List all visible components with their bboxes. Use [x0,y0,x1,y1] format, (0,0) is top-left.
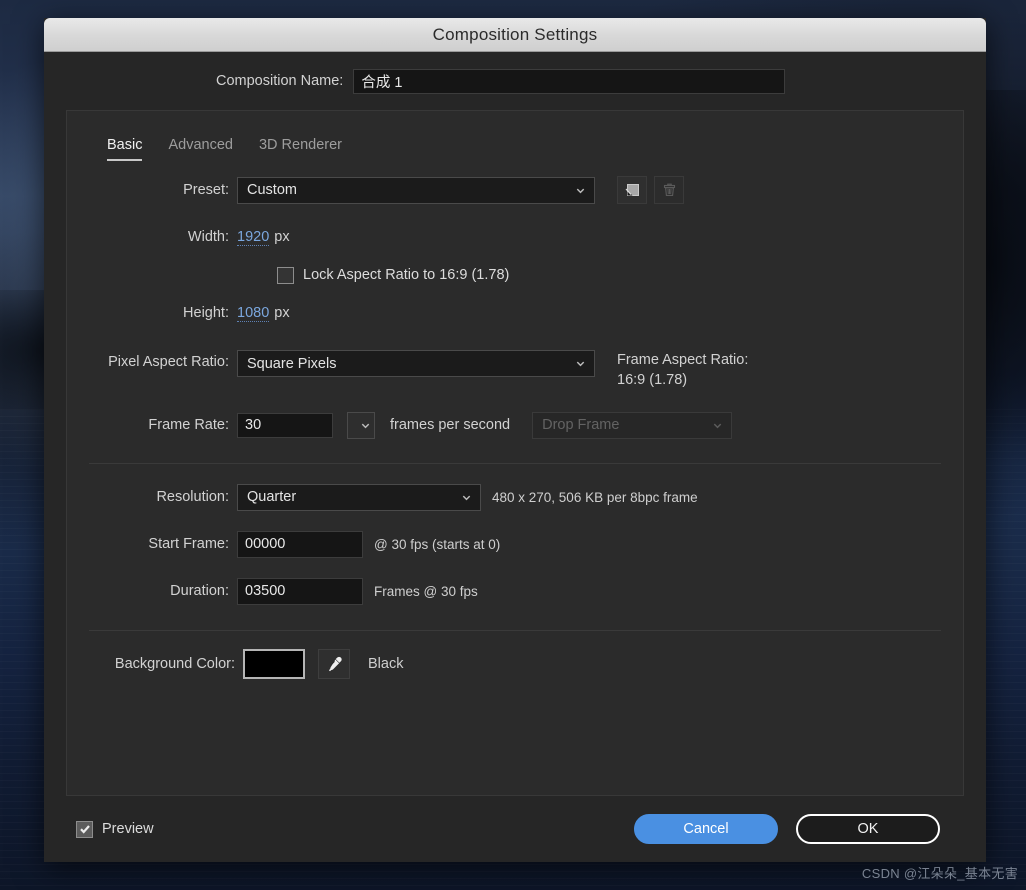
dialog-title: Composition Settings [432,24,598,44]
tab-3d-renderer[interactable]: 3D Renderer [259,137,342,161]
frame-rate-unit: frames per second [390,417,511,433]
composition-settings-dialog: Composition Settings Composition Name: B… [44,18,986,862]
background-color-row: Background Color: Black [85,649,945,679]
frame-aspect-ratio-value: 16:9 (1.78) [617,372,688,388]
start-frame-row: Start Frame: @ 30 fps (starts at 0) [85,529,945,559]
duration-row: Duration: Frames @ 30 fps [85,576,945,606]
resolution-value: Quarter [247,489,297,505]
tab-advanced[interactable]: Advanced [168,137,233,161]
cancel-button[interactable]: Cancel [634,814,778,844]
drop-frame-select: Drop Frame [532,411,733,439]
duration-info: Frames @ 30 fps [374,583,478,599]
start-frame-label: Start Frame: [148,536,229,552]
width-label: Width: [187,229,229,245]
pixel-aspect-ratio-row: Pixel Aspect Ratio: Square Pixels Frame … [85,350,945,390]
composition-name-label: Composition Name: [216,73,344,89]
lock-aspect-checkbox[interactable] [277,266,294,284]
drop-frame-value: Drop Frame [542,417,620,433]
composition-name-input[interactable] [353,68,786,94]
frame-rate-input[interactable] [237,412,333,438]
frame-rate-dropdown-button[interactable] [347,411,375,439]
chevron-down-icon [361,423,369,428]
trash-icon [663,183,675,196]
chevron-down-icon [576,361,585,367]
dialog-titlebar: Composition Settings [44,18,986,52]
eyedropper-icon [328,656,342,671]
ok-button[interactable]: OK [796,814,940,844]
height-unit: px [274,305,290,321]
duration-label: Duration: [170,583,229,599]
preset-label: Preset: [183,182,229,198]
width-value[interactable]: 1920 [237,229,270,246]
watermark-text: CSDN @江朵朵_基本无害 [861,866,1018,881]
lock-aspect-label: Lock Aspect Ratio to 16:9 (1.78) [303,267,510,283]
resolution-select[interactable]: Quarter [237,483,481,511]
chevron-down-icon [462,495,471,500]
resolution-label: Resolution: [156,489,229,505]
eyedropper-button[interactable] [318,649,350,679]
background-color-label: Background Color: [114,656,235,672]
height-value[interactable]: 1080 [237,305,270,322]
background-color-name: Black [368,656,404,672]
start-frame-input[interactable] [237,530,363,558]
resolution-info: 480 x 270, 506 KB per 8bpc frame [492,489,698,505]
settings-panel: Basic Advanced 3D Renderer Preset: Custo… [66,110,964,796]
pixel-aspect-ratio-select[interactable]: Square Pixels [237,350,595,377]
background-color-swatch[interactable] [243,649,305,679]
lock-aspect-row: Lock Aspect Ratio to 16:9 (1.78) [85,260,945,290]
section-divider-1 [89,463,941,464]
start-frame-info: @ 30 fps (starts at 0) [374,536,501,552]
chevron-down-icon [576,188,585,193]
frame-rate-label: Frame Rate: [148,417,229,433]
save-preset-button[interactable] [617,176,647,204]
dialog-body: Composition Name: Basic Advanced 3D Rend… [44,52,986,862]
pixel-aspect-ratio-label: Pixel Aspect Ratio: [108,354,229,370]
frame-aspect-ratio-label: Frame Aspect Ratio: [617,352,749,368]
preset-select[interactable]: Custom [237,176,595,204]
pixel-aspect-ratio-value: Square Pixels [247,355,337,372]
section-divider-2 [89,630,941,631]
chevron-down-icon [713,423,722,428]
composition-name-row: Composition Name: [66,52,964,110]
duration-input[interactable] [237,577,363,605]
resolution-row: Resolution: Quarter 480 x 270, 506 KB pe… [85,482,945,512]
preview-checkbox[interactable] [76,820,93,838]
dialog-footer: Preview Cancel OK [66,796,964,862]
desktop-background: Composition Settings Composition Name: B… [0,0,1026,890]
new-preset-icon [625,183,639,196]
delete-preset-button[interactable] [654,176,684,204]
preview-label: Preview [102,821,154,837]
tab-basic[interactable]: Basic [107,137,143,161]
width-unit: px [274,229,290,245]
check-icon [79,825,90,834]
tab-bar: Basic Advanced 3D Renderer [85,121,945,161]
frame-rate-row: Frame Rate: frames per second Drop Frame [85,410,945,440]
height-label: Height: [183,305,229,321]
height-row: Height: 1080 px [85,298,945,328]
preset-row: Preset: Custom [85,175,945,205]
width-row: Width: 1920 px [85,222,945,252]
frame-aspect-ratio-block: Frame Aspect Ratio: 16:9 (1.78) [617,350,748,390]
preset-select-value: Custom [247,182,297,198]
